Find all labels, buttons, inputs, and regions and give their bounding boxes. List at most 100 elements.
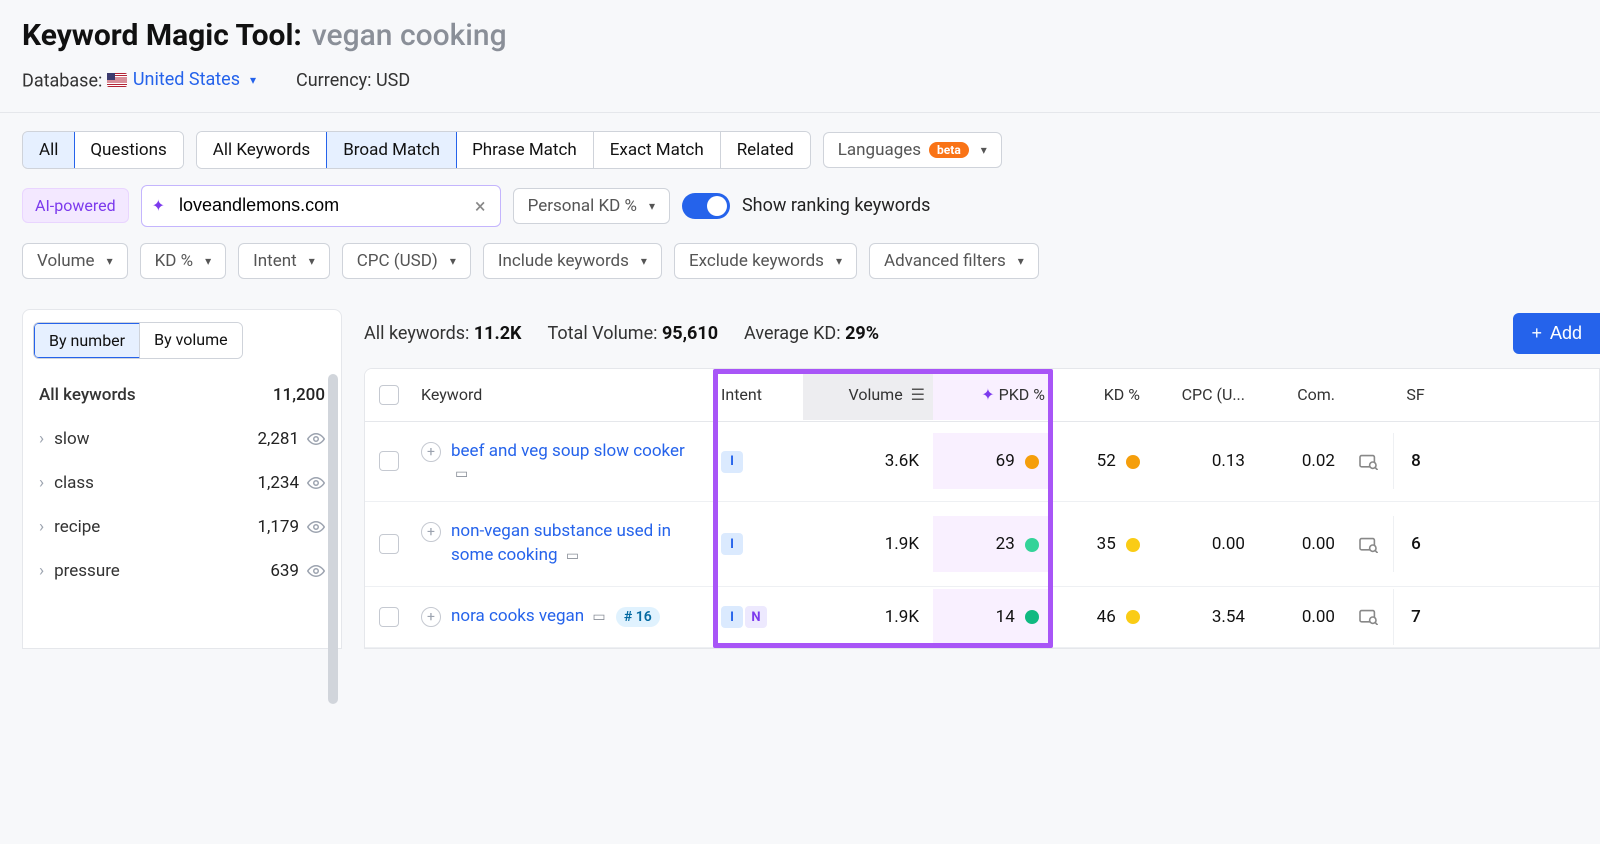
chevron-down-icon: ▾ <box>107 254 113 268</box>
col-intent[interactable]: Intent <box>713 369 803 420</box>
sidebar-item-count: 1,234 <box>257 473 299 493</box>
cell-kd: 52 <box>1053 433 1148 489</box>
expand-icon[interactable]: + <box>421 442 441 462</box>
table-row: + nora cooks vegan ▭ # 16 IN 1.9K 14 46 … <box>365 587 1599 648</box>
serp-preview-icon[interactable]: ▭ <box>455 466 468 482</box>
cell-serp[interactable] <box>1343 516 1393 572</box>
chevron-down-icon: ▾ <box>641 254 647 268</box>
cell-intent: I <box>713 432 803 491</box>
personal-kd-dropdown[interactable]: Personal KD % ▾ <box>513 188 670 224</box>
sort-by-volume[interactable]: By volume <box>140 323 242 358</box>
database-label: Database: <box>22 71 102 92</box>
sidebar-all-keywords[interactable]: All keywords 11,200 <box>33 373 331 417</box>
clear-icon[interactable]: × <box>471 194 490 218</box>
eye-icon[interactable] <box>307 517 325 537</box>
cell-com: 0.02 <box>1253 433 1343 489</box>
eye-icon[interactable] <box>307 429 325 449</box>
filter-kd[interactable]: KD %▾ <box>140 243 227 279</box>
tab-phrase-match[interactable]: Phrase Match <box>456 132 594 168</box>
keywords-table: Keyword Intent Volume ☰ ✦PKD % KD % CPC … <box>364 368 1600 649</box>
filter-include[interactable]: Include keywords ▾ <box>483 243 662 279</box>
filter-cpc-label: CPC (USD) <box>357 251 438 271</box>
chevron-right-icon: › <box>39 517 44 537</box>
show-ranking-label: Show ranking keywords <box>742 195 930 216</box>
cell-cpc: 0.00 <box>1148 516 1253 572</box>
expand-icon[interactable]: + <box>421 522 441 542</box>
keyword-link[interactable]: nora cooks vegan <box>451 606 584 626</box>
sidebar-scrollbar[interactable] <box>328 374 338 704</box>
languages-dropdown[interactable]: Languages beta ▾ <box>823 132 1002 168</box>
show-ranking-toggle[interactable] <box>682 193 730 219</box>
difficulty-dot-icon <box>1126 538 1140 552</box>
eye-icon[interactable] <box>307 561 325 581</box>
filter-volume[interactable]: Volume▾ <box>22 243 128 279</box>
difficulty-dot-icon <box>1025 455 1039 469</box>
cell-pkd: 14 <box>933 589 1053 645</box>
keyword-link[interactable]: beef and veg soup slow cooker <box>451 441 685 461</box>
col-com[interactable]: Com. <box>1253 369 1343 420</box>
chevron-down-icon: ▾ <box>250 73 256 87</box>
cell-volume: 1.9K <box>803 516 933 572</box>
filter-cpc[interactable]: CPC (USD)▾ <box>342 243 471 279</box>
database-value: United States <box>133 69 240 90</box>
select-all-checkbox[interactable] <box>379 385 399 405</box>
row-checkbox[interactable] <box>379 451 399 471</box>
sidebar-item-label: slow <box>54 429 89 449</box>
col-serp <box>1343 379 1393 411</box>
database-selector[interactable]: Database: United States ▾ <box>22 69 256 92</box>
filter-intent[interactable]: Intent▾ <box>238 243 330 279</box>
cell-com: 0.00 <box>1253 516 1343 572</box>
row-checkbox[interactable] <box>379 534 399 554</box>
chevron-down-icon: ▾ <box>1018 254 1024 268</box>
filter-advanced-label: Advanced filters <box>884 251 1006 271</box>
serp-preview-icon[interactable]: ▭ <box>566 548 579 564</box>
tab-all[interactable]: All <box>22 131 75 169</box>
cell-sf[interactable]: 7 <box>1393 589 1438 645</box>
chevron-right-icon: › <box>39 473 44 493</box>
stat-all-label: All keywords: <box>364 323 469 344</box>
intent-badge: N <box>745 606 767 628</box>
domain-input-container[interactable]: ✦ × <box>141 185 501 227</box>
filter-include-label: Include keywords <box>498 251 629 271</box>
col-sf[interactable]: SF <box>1393 369 1438 420</box>
tab-broad-match[interactable]: Broad Match <box>326 131 457 169</box>
cell-sf[interactable]: 6 <box>1393 516 1438 572</box>
col-keyword[interactable]: Keyword <box>413 369 713 420</box>
row-checkbox[interactable] <box>379 607 399 627</box>
cell-serp[interactable] <box>1343 589 1393 645</box>
cell-volume: 3.6K <box>803 433 933 489</box>
filter-exclude[interactable]: Exclude keywords▾ <box>674 243 857 279</box>
currency-label: Currency: <box>296 70 371 91</box>
sidebar-item[interactable]: › class 1,234 <box>33 461 331 505</box>
eye-icon[interactable] <box>307 473 325 493</box>
sidebar-item[interactable]: › slow 2,281 <box>33 417 331 461</box>
col-volume[interactable]: Volume ☰ <box>803 369 933 420</box>
sidebar-item[interactable]: › recipe 1,179 <box>33 505 331 549</box>
col-pkd[interactable]: ✦PKD % <box>933 369 1053 420</box>
sidebar-item[interactable]: › pressure 639 <box>33 549 331 593</box>
add-button-label: Add <box>1550 323 1582 344</box>
cell-pkd: 23 <box>933 516 1053 572</box>
serp-preview-icon[interactable]: ▭ <box>592 609 605 625</box>
rank-badge: # 16 <box>616 607 660 627</box>
domain-input[interactable] <box>175 189 471 222</box>
col-kd[interactable]: KD % <box>1053 369 1148 420</box>
tab-exact-match[interactable]: Exact Match <box>594 132 721 168</box>
add-button[interactable]: + Add <box>1513 313 1600 354</box>
cell-serp[interactable] <box>1343 433 1393 489</box>
tab-related[interactable]: Related <box>721 132 810 168</box>
cell-sf[interactable]: 8 <box>1393 433 1438 489</box>
cell-intent: IN <box>713 588 803 647</box>
filter-advanced[interactable]: Advanced filters ▾ <box>869 243 1039 279</box>
tab-all-keywords[interactable]: All Keywords <box>197 132 327 168</box>
expand-icon[interactable]: + <box>421 607 441 627</box>
keyword-link[interactable]: non-vegan substance used in some cooking <box>451 521 671 565</box>
col-volume-label: Volume <box>849 385 903 404</box>
sidebar-item-count: 2,281 <box>257 429 299 449</box>
page-query: vegan cooking <box>312 18 507 53</box>
tab-questions[interactable]: Questions <box>74 132 182 168</box>
difficulty-dot-icon <box>1025 610 1039 624</box>
filter-exclude-label: Exclude keywords <box>689 251 824 271</box>
col-cpc[interactable]: CPC (U... <box>1148 369 1253 420</box>
sort-by-number[interactable]: By number <box>33 322 140 359</box>
